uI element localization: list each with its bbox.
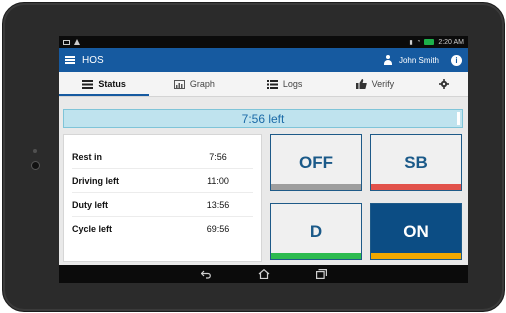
notification-icon: [63, 39, 70, 45]
row-label: Rest in: [72, 151, 103, 162]
user-name[interactable]: John Smith: [399, 56, 439, 65]
user-icon[interactable]: [383, 55, 393, 65]
front-camera: [31, 161, 40, 170]
table-row: Cycle left 69:56: [72, 216, 253, 240]
device-screen: ▮ ◔ 2:20 AM HOS John Smith i Status Grap…: [59, 36, 468, 283]
tab-settings[interactable]: [420, 72, 468, 96]
info-icon[interactable]: i: [451, 54, 462, 66]
wifi-icon: ◔: [416, 39, 421, 45]
banner-progress-end: [457, 112, 460, 125]
row-value: 69:56: [206, 223, 230, 234]
warning-icon: [74, 39, 80, 45]
app-bar: HOS John Smith i: [59, 48, 468, 72]
duty-d-label: D: [309, 221, 323, 241]
duty-on-label: ON: [403, 221, 429, 241]
hours-summary-table: Rest in 7:56 Driving left 11:00 Duty lef…: [63, 134, 262, 262]
battery-icon: [424, 39, 435, 45]
row-value: 7:56: [209, 151, 227, 162]
row-value: 13:56: [206, 199, 230, 210]
tab-bar: Status Graph Logs Verify: [59, 72, 468, 97]
back-icon[interactable]: [200, 269, 212, 279]
clock-time: 2:20 AM: [438, 38, 464, 46]
light-sensor: [33, 149, 37, 153]
tablet-frame: ▮ ◔ 2:20 AM HOS John Smith i Status Grap…: [2, 2, 505, 312]
tab-verify-label: Verify: [371, 79, 395, 89]
table-row: Rest in 7:56: [72, 145, 253, 168]
duty-off-label: OFF: [299, 152, 333, 172]
row-label: Driving left: [72, 175, 120, 186]
tab-logs[interactable]: Logs: [240, 72, 330, 96]
signal-icon: ▮: [409, 39, 413, 46]
duty-sb-color-bar: [371, 184, 461, 190]
recent-apps-icon[interactable]: [315, 269, 327, 279]
time-left-text: 7:56 left: [241, 111, 285, 126]
home-icon[interactable]: [258, 269, 270, 279]
thumbs-up-icon: [355, 79, 367, 89]
menu-icon[interactable]: [65, 56, 75, 64]
duty-off-color-bar: [271, 184, 361, 190]
duty-off-button[interactable]: OFF: [270, 134, 362, 191]
tab-graph-label: Graph: [189, 79, 215, 89]
app-title: HOS: [82, 54, 104, 66]
android-nav-bar: [59, 265, 468, 283]
table-row: Duty left 13:56: [72, 192, 253, 216]
gear-icon: [439, 79, 449, 89]
table-row: Driving left 11:00: [72, 168, 253, 192]
row-value: 11:00: [207, 175, 229, 186]
tab-status-label: Status: [98, 79, 126, 89]
row-label: Duty left: [72, 199, 108, 210]
status-icon: [82, 79, 94, 89]
duty-sb-button[interactable]: SB: [370, 134, 462, 191]
tab-logs-label: Logs: [282, 79, 303, 89]
tab-status[interactable]: Status: [59, 72, 150, 96]
duty-on-button[interactable]: ON: [370, 203, 462, 260]
tab-verify[interactable]: Verify: [330, 72, 420, 96]
row-label: Cycle left: [72, 223, 113, 234]
android-status-bar: ▮ ◔ 2:20 AM: [59, 36, 468, 48]
tab-graph[interactable]: Graph: [149, 72, 239, 96]
duty-d-button[interactable]: D: [270, 203, 362, 260]
time-left-banner: 7:56 left: [63, 109, 463, 128]
duty-d-color-bar: [271, 253, 361, 259]
logs-icon: [266, 79, 278, 89]
duty-sb-label: SB: [404, 152, 428, 172]
graph-icon: [173, 79, 185, 89]
duty-on-color-bar: [371, 253, 461, 259]
